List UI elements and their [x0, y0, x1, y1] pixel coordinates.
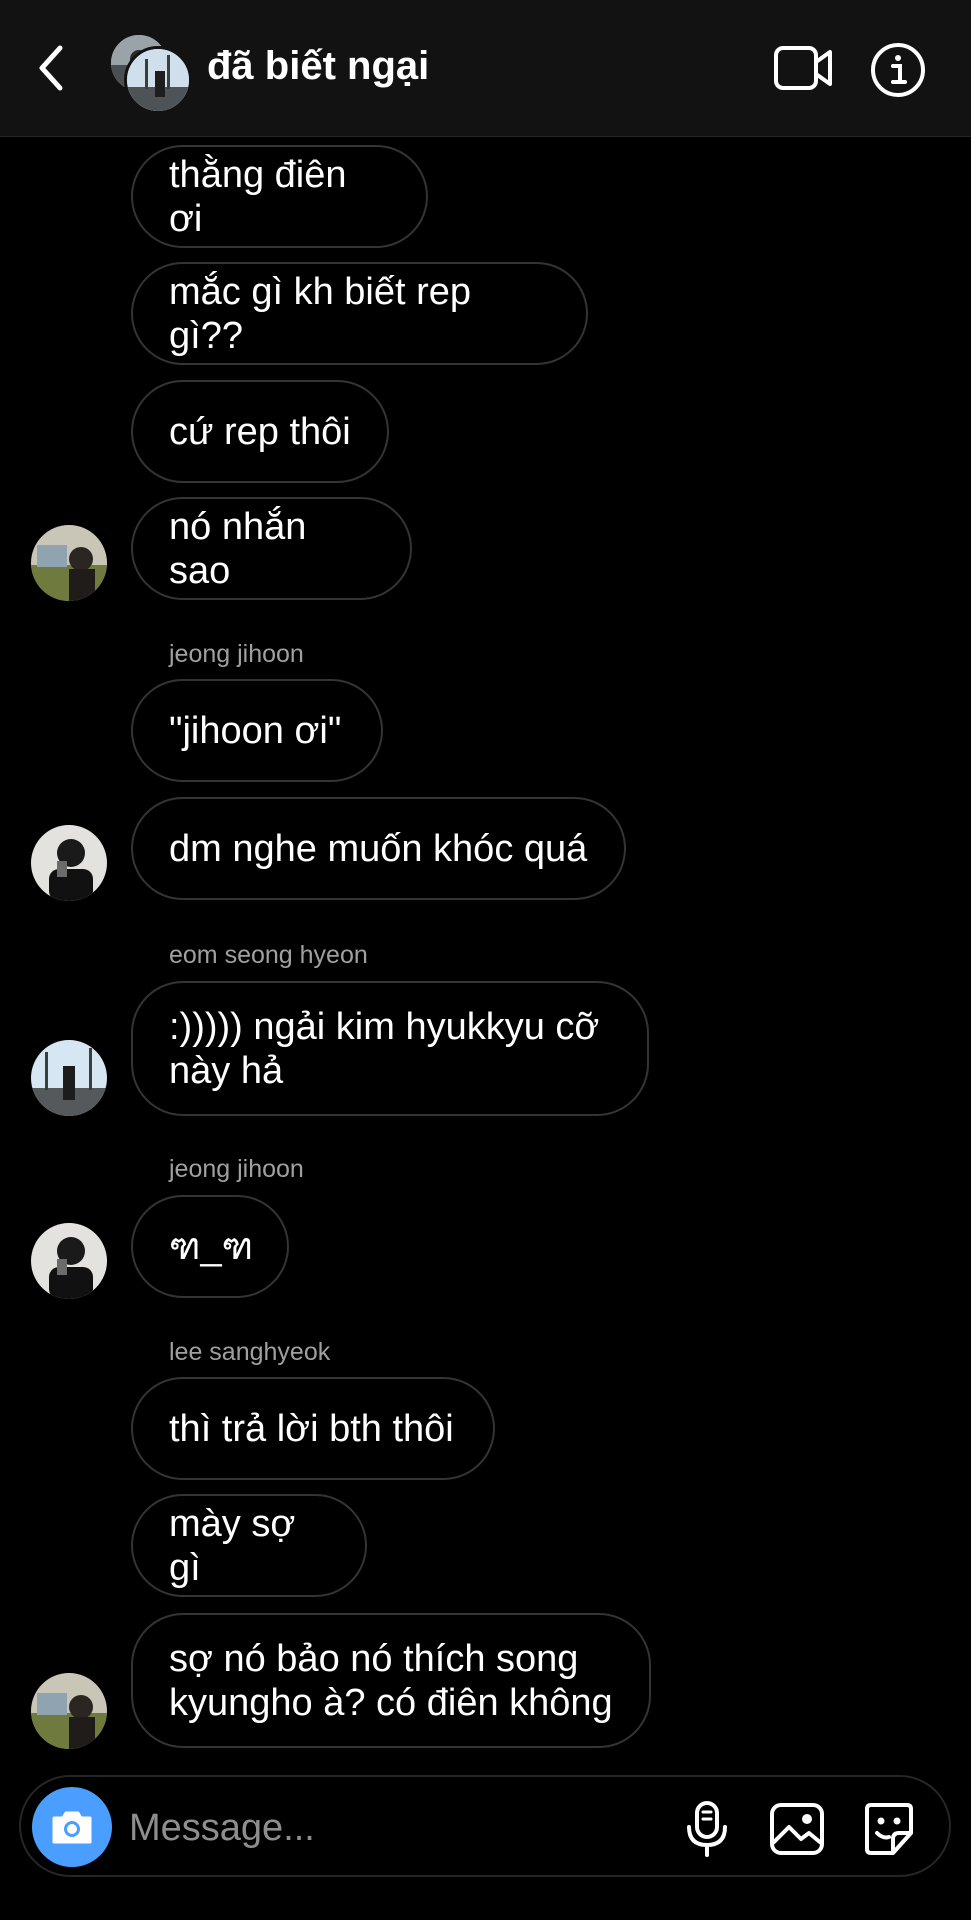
sticker-icon	[865, 1803, 913, 1855]
message-bubble[interactable]: :))))) ngải kim hyukkyu cỡ này hả	[131, 981, 649, 1116]
avatar[interactable]	[31, 825, 107, 901]
video-call-button[interactable]	[772, 40, 836, 96]
message-bubble[interactable]: mày sợ gì	[131, 1494, 367, 1597]
camera-icon	[52, 1811, 92, 1844]
image-icon	[770, 1803, 824, 1855]
message-text: dm nghe muốn khóc quá	[169, 827, 588, 870]
chat-header: đã biết ngại	[0, 0, 971, 137]
avatar[interactable]	[31, 525, 107, 601]
message-bubble[interactable]: nó nhắn sao	[131, 497, 412, 600]
message-text: cứ rep thôi	[169, 410, 351, 453]
sender-name: jeong jihoon	[169, 1155, 304, 1183]
group-avatar-photo	[124, 46, 192, 114]
message-text: "jihoon ơi"	[169, 709, 342, 752]
info-icon	[871, 43, 925, 97]
camera-button[interactable]	[32, 1787, 112, 1867]
message-text: sợ nó bảo nó thích song kyungho à? có đi…	[169, 1637, 613, 1724]
video-camera-icon	[774, 46, 832, 90]
group-avatar[interactable]	[108, 32, 192, 114]
avatar[interactable]	[31, 1223, 107, 1299]
sender-name: eom seong hyeon	[169, 941, 368, 969]
avatar[interactable]	[31, 1040, 107, 1116]
avatar[interactable]	[31, 1673, 107, 1749]
message-bubble[interactable]: sợ nó bảo nó thích song kyungho à? có đi…	[131, 1613, 651, 1748]
message-text: mắc gì kh biết rep gì??	[169, 270, 472, 357]
message-text: mày sợ gì	[169, 1502, 296, 1589]
sender-name: jeong jihoon	[169, 640, 304, 668]
back-button[interactable]	[30, 38, 74, 98]
message-bubble[interactable]: thì trả lời bth thôi	[131, 1377, 495, 1480]
message-bubble[interactable]: "jihoon ơi"	[131, 679, 383, 782]
voice-message-button[interactable]	[677, 1799, 737, 1859]
gallery-button[interactable]	[767, 1799, 827, 1859]
message-text: nó nhắn sao	[169, 505, 307, 592]
message-bubble[interactable]: dm nghe muốn khóc quá	[131, 797, 626, 900]
chevron-left-icon	[39, 45, 63, 91]
message-input[interactable]	[127, 1799, 651, 1857]
sender-name: lee sanghyeok	[169, 1338, 331, 1366]
message-text: thì trả lời bth thôi	[169, 1407, 454, 1450]
message-bubble[interactable]: cứ rep thôi	[131, 380, 389, 483]
message-text: :))))) ngải kim hyukkyu cỡ này hả	[169, 1005, 600, 1092]
message-bubble[interactable]: ฑ_ฑ	[131, 1195, 289, 1298]
info-button[interactable]	[868, 40, 928, 100]
sticker-button[interactable]	[859, 1799, 919, 1859]
chat-title[interactable]: đã biết ngại	[207, 44, 429, 89]
message-bubble[interactable]: mắc gì kh biết rep gì??	[131, 262, 588, 365]
message-text: thằng điên ơi	[169, 153, 347, 240]
message-text: ฑ_ฑ	[169, 1225, 254, 1268]
message-bubble[interactable]: thằng điên ơi	[131, 145, 428, 248]
message-composer	[19, 1775, 951, 1877]
microphone-icon	[687, 1801, 727, 1857]
